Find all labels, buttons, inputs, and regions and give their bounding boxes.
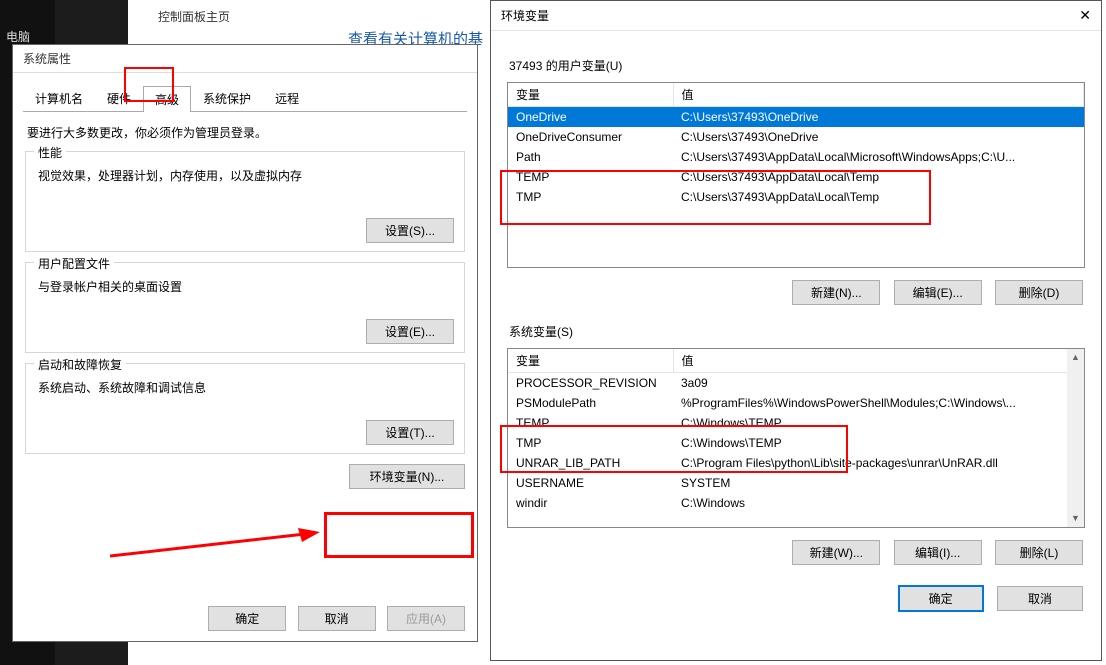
table-row[interactable]: OneDriveConsumerC:\Users\37493\OneDrive xyxy=(508,127,1084,147)
startup-recovery-group: 启动和故障恢复 系统启动、系统故障和调试信息 设置(T)... xyxy=(25,363,465,454)
user-new-button[interactable]: 新建(N)... xyxy=(792,280,880,305)
sys-col-variable[interactable]: 变量 xyxy=(508,349,673,373)
tab-system-protection[interactable]: 系统保护 xyxy=(191,85,263,111)
var-value: C:\Users\37493\AppData\Local\Temp xyxy=(673,187,1084,207)
table-row[interactable]: OneDriveC:\Users\37493\OneDrive xyxy=(508,107,1084,128)
var-name: Path xyxy=(508,147,673,167)
startup-recovery-settings-button[interactable]: 设置(T)... xyxy=(366,420,454,445)
user-vars-listbox[interactable]: 变量 值 OneDriveC:\Users\37493\OneDriveOneD… xyxy=(507,82,1085,268)
var-name: windir xyxy=(508,493,673,513)
user-col-value[interactable]: 值 xyxy=(673,83,1084,107)
user-edit-button[interactable]: 编辑(E)... xyxy=(894,280,982,305)
startup-recovery-desc: 系统启动、系统故障和调试信息 xyxy=(38,379,454,396)
envdlg-cancel-button[interactable]: 取消 xyxy=(997,586,1083,611)
sysprops-ok-button[interactable]: 确定 xyxy=(208,606,286,631)
table-row[interactable]: USERNAMESYSTEM xyxy=(508,473,1084,493)
var-value: C:\Users\37493\OneDrive xyxy=(673,127,1084,147)
table-row[interactable]: TEMPC:\Users\37493\AppData\Local\Temp xyxy=(508,167,1084,187)
table-row[interactable]: windirC:\Windows xyxy=(508,493,1084,513)
sys-new-button[interactable]: 新建(W)... xyxy=(792,540,880,565)
var-name: PROCESSOR_REVISION xyxy=(508,373,673,394)
var-name: TMP xyxy=(508,187,673,207)
envdlg-title: 环境变量 xyxy=(501,7,549,24)
environment-variables-dialog: 环境变量 ✕ 37493 的用户变量(U) 变量 值 OneDriveC:\Us… xyxy=(490,0,1102,661)
sysprops-dialog-buttons: 确定 取消 应用(A) xyxy=(13,606,477,631)
var-name: USERNAME xyxy=(508,473,673,493)
user-profiles-settings-button[interactable]: 设置(E)... xyxy=(366,319,454,344)
user-profiles-desc: 与登录帐户相关的桌面设置 xyxy=(38,278,454,295)
user-profiles-legend: 用户配置文件 xyxy=(34,255,114,272)
var-value: C:\Users\37493\AppData\Local\Microsoft\W… xyxy=(673,147,1084,167)
scroll-down-icon[interactable]: ▼ xyxy=(1067,510,1084,527)
var-name: TEMP xyxy=(508,413,673,433)
var-value: 3a09 xyxy=(673,373,1084,394)
var-value: SYSTEM xyxy=(673,473,1084,493)
user-vars-label: 37493 的用户变量(U) xyxy=(509,57,1083,74)
startup-recovery-legend: 启动和故障恢复 xyxy=(34,356,126,373)
sys-vars-label: 系统变量(S) xyxy=(509,323,1083,340)
sys-vars-scrollbar[interactable]: ▲ ▼ xyxy=(1067,349,1084,527)
table-row[interactable]: PathC:\Users\37493\AppData\Local\Microso… xyxy=(508,147,1084,167)
var-name: PSModulePath xyxy=(508,393,673,413)
var-name: TEMP xyxy=(508,167,673,187)
table-row[interactable]: UNRAR_LIB_PATHC:\Program Files\python\Li… xyxy=(508,453,1084,473)
admin-note: 要进行大多数更改，你必须作为管理员登录。 xyxy=(27,124,463,141)
table-row[interactable]: PROCESSOR_REVISION3a09 xyxy=(508,373,1084,394)
envdlg-ok-button[interactable]: 确定 xyxy=(898,585,984,612)
tab-remote[interactable]: 远程 xyxy=(263,85,311,111)
performance-desc: 视觉效果，处理器计划，内存使用，以及虚拟内存 xyxy=(38,167,454,184)
var-value: C:\Users\37493\OneDrive xyxy=(673,107,1084,128)
highlight-advanced-tab xyxy=(124,67,174,102)
table-row[interactable]: TEMPC:\Windows\TEMP xyxy=(508,413,1084,433)
scroll-up-icon[interactable]: ▲ xyxy=(1067,349,1084,366)
var-name: TMP xyxy=(508,433,673,453)
sys-edit-button[interactable]: 编辑(I)... xyxy=(894,540,982,565)
left-pane-label: 电脑 xyxy=(6,28,30,45)
sysprops-cancel-button[interactable]: 取消 xyxy=(298,606,376,631)
user-delete-button[interactable]: 删除(D) xyxy=(995,280,1083,305)
sys-col-value[interactable]: 值 xyxy=(673,349,1084,373)
var-value: C:\Windows\TEMP xyxy=(673,413,1084,433)
performance-group: 性能 视觉效果，处理器计划，内存使用，以及虚拟内存 设置(S)... xyxy=(25,151,465,252)
var-value: %ProgramFiles%\WindowsPowerShell\Modules… xyxy=(673,393,1084,413)
sysprops-tabs: 计算机名 硬件 高级 系统保护 远程 xyxy=(23,85,467,112)
environment-variables-button[interactable]: 环境变量(N)... xyxy=(349,464,465,489)
var-name: OneDriveConsumer xyxy=(508,127,673,147)
var-value: C:\Windows xyxy=(673,493,1084,513)
user-profiles-group: 用户配置文件 与登录帐户相关的桌面设置 设置(E)... xyxy=(25,262,465,353)
table-row[interactable]: TMPC:\Windows\TEMP xyxy=(508,433,1084,453)
sysprops-title: 系统属性 xyxy=(13,45,477,73)
var-value: C:\Windows\TEMP xyxy=(673,433,1084,453)
user-col-variable[interactable]: 变量 xyxy=(508,83,673,107)
table-row[interactable]: TMPC:\Users\37493\AppData\Local\Temp xyxy=(508,187,1084,207)
performance-settings-button[interactable]: 设置(S)... xyxy=(366,218,454,243)
var-name: OneDrive xyxy=(508,107,673,128)
sys-vars-listbox[interactable]: 变量 值 PROCESSOR_REVISION3a09PSModulePath%… xyxy=(507,348,1085,528)
var-value: C:\Users\37493\AppData\Local\Temp xyxy=(673,167,1084,187)
sysprops-apply-button[interactable]: 应用(A) xyxy=(387,606,465,631)
close-icon[interactable]: ✕ xyxy=(1079,7,1091,24)
var-value: C:\Program Files\python\Lib\site-package… xyxy=(673,453,1084,473)
control-panel-home[interactable]: 控制面板主页 xyxy=(158,8,230,25)
var-name: UNRAR_LIB_PATH xyxy=(508,453,673,473)
performance-legend: 性能 xyxy=(34,144,66,161)
tab-computer-name[interactable]: 计算机名 xyxy=(23,85,95,111)
sys-delete-button[interactable]: 删除(L) xyxy=(995,540,1083,565)
table-row[interactable]: PSModulePath%ProgramFiles%\WindowsPowerS… xyxy=(508,393,1084,413)
highlight-env-button xyxy=(324,512,474,558)
